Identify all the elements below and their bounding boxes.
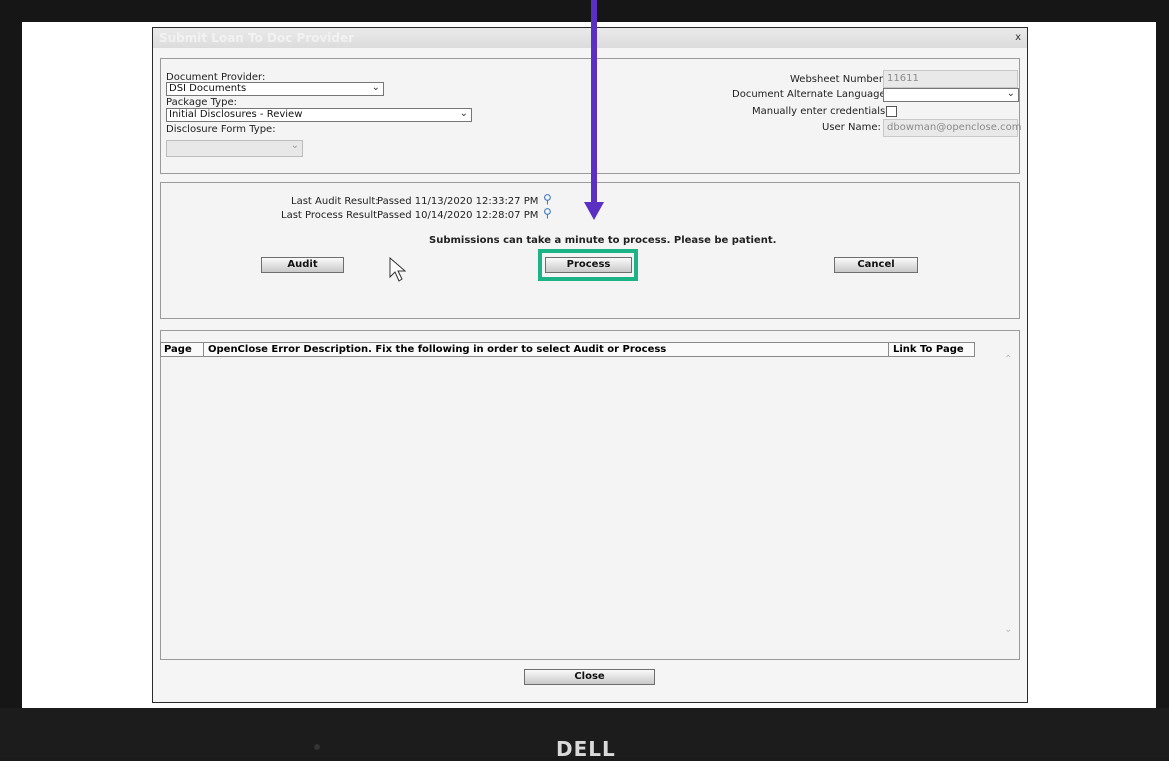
column-header-error-description: OpenClose Error Description. Fix the fol… <box>208 344 667 355</box>
dell-logo: DELL <box>556 737 616 761</box>
column-divider <box>888 343 889 356</box>
errors-panel <box>160 330 1020 660</box>
package-type-value: Initial Disclosures - Review <box>169 109 303 120</box>
manual-credentials-checkbox[interactable] <box>886 106 897 117</box>
chevron-down-icon: ⌄ <box>1006 88 1015 99</box>
dialog-titlebar: Submit Loan To Doc Provider x <box>153 28 1027 48</box>
user-name-label: User Name: <box>822 122 881 133</box>
last-process-label: Last Process Result: <box>281 210 381 221</box>
dialog-title: Submit Loan To Doc Provider <box>159 31 355 45</box>
annotation-arrow-head-icon <box>584 202 604 220</box>
alt-language-select[interactable]: ⌄ <box>883 88 1019 102</box>
column-header-link-to-page: Link To Page <box>893 344 964 355</box>
column-divider <box>203 343 204 356</box>
package-type-label: Package Type: <box>166 97 237 108</box>
disclosure-form-type-select[interactable]: ⌄ <box>166 140 303 157</box>
process-highlight-box <box>538 249 638 281</box>
disclosure-form-type-label: Disclosure Form Type: <box>166 124 276 135</box>
websheet-number-label: Websheet Number: <box>790 74 887 85</box>
chevron-down-icon: ⌄ <box>459 108 468 119</box>
process-details-search-icon[interactable]: ⚲ <box>543 206 552 220</box>
manual-credentials-label: Manually enter credentials? <box>752 106 891 117</box>
chevron-down-icon: ⌄ <box>371 82 380 93</box>
audit-details-search-icon[interactable]: ⚲ <box>543 192 552 206</box>
indicator-light <box>314 744 320 750</box>
cancel-button[interactable]: Cancel <box>834 257 918 273</box>
column-header-page: Page <box>164 344 192 355</box>
annotation-arrow-shaft <box>591 0 597 205</box>
mouse-cursor-icon <box>389 257 407 282</box>
scroll-up-icon[interactable]: ⌃ <box>1004 354 1012 365</box>
document-provider-select[interactable]: DSI Documents ⌄ <box>166 82 384 96</box>
chevron-down-icon: ⌄ <box>290 140 299 151</box>
alt-language-label: Document Alternate Language: <box>732 89 890 100</box>
websheet-number-field: 11611 <box>883 70 1018 88</box>
last-audit-label: Last Audit Result: <box>291 196 379 207</box>
audit-button[interactable]: Audit <box>261 257 344 273</box>
user-name-field: dbowman@openclose.com <box>883 119 1021 137</box>
dialog-close-icon[interactable]: x <box>1015 32 1021 43</box>
last-audit-value: Passed 11/13/2020 12:33:27 PM <box>377 196 539 207</box>
package-type-select[interactable]: Initial Disclosures - Review ⌄ <box>166 108 472 122</box>
last-process-value: Passed 10/14/2020 12:28:07 PM <box>377 210 539 221</box>
document-provider-value: DSI Documents <box>169 83 247 94</box>
scroll-down-icon[interactable]: ⌄ <box>1004 624 1012 635</box>
processing-notice: Submissions can take a minute to process… <box>429 235 777 246</box>
close-button[interactable]: Close <box>524 669 655 685</box>
errors-table-header: Page OpenClose Error Description. Fix th… <box>160 342 975 357</box>
